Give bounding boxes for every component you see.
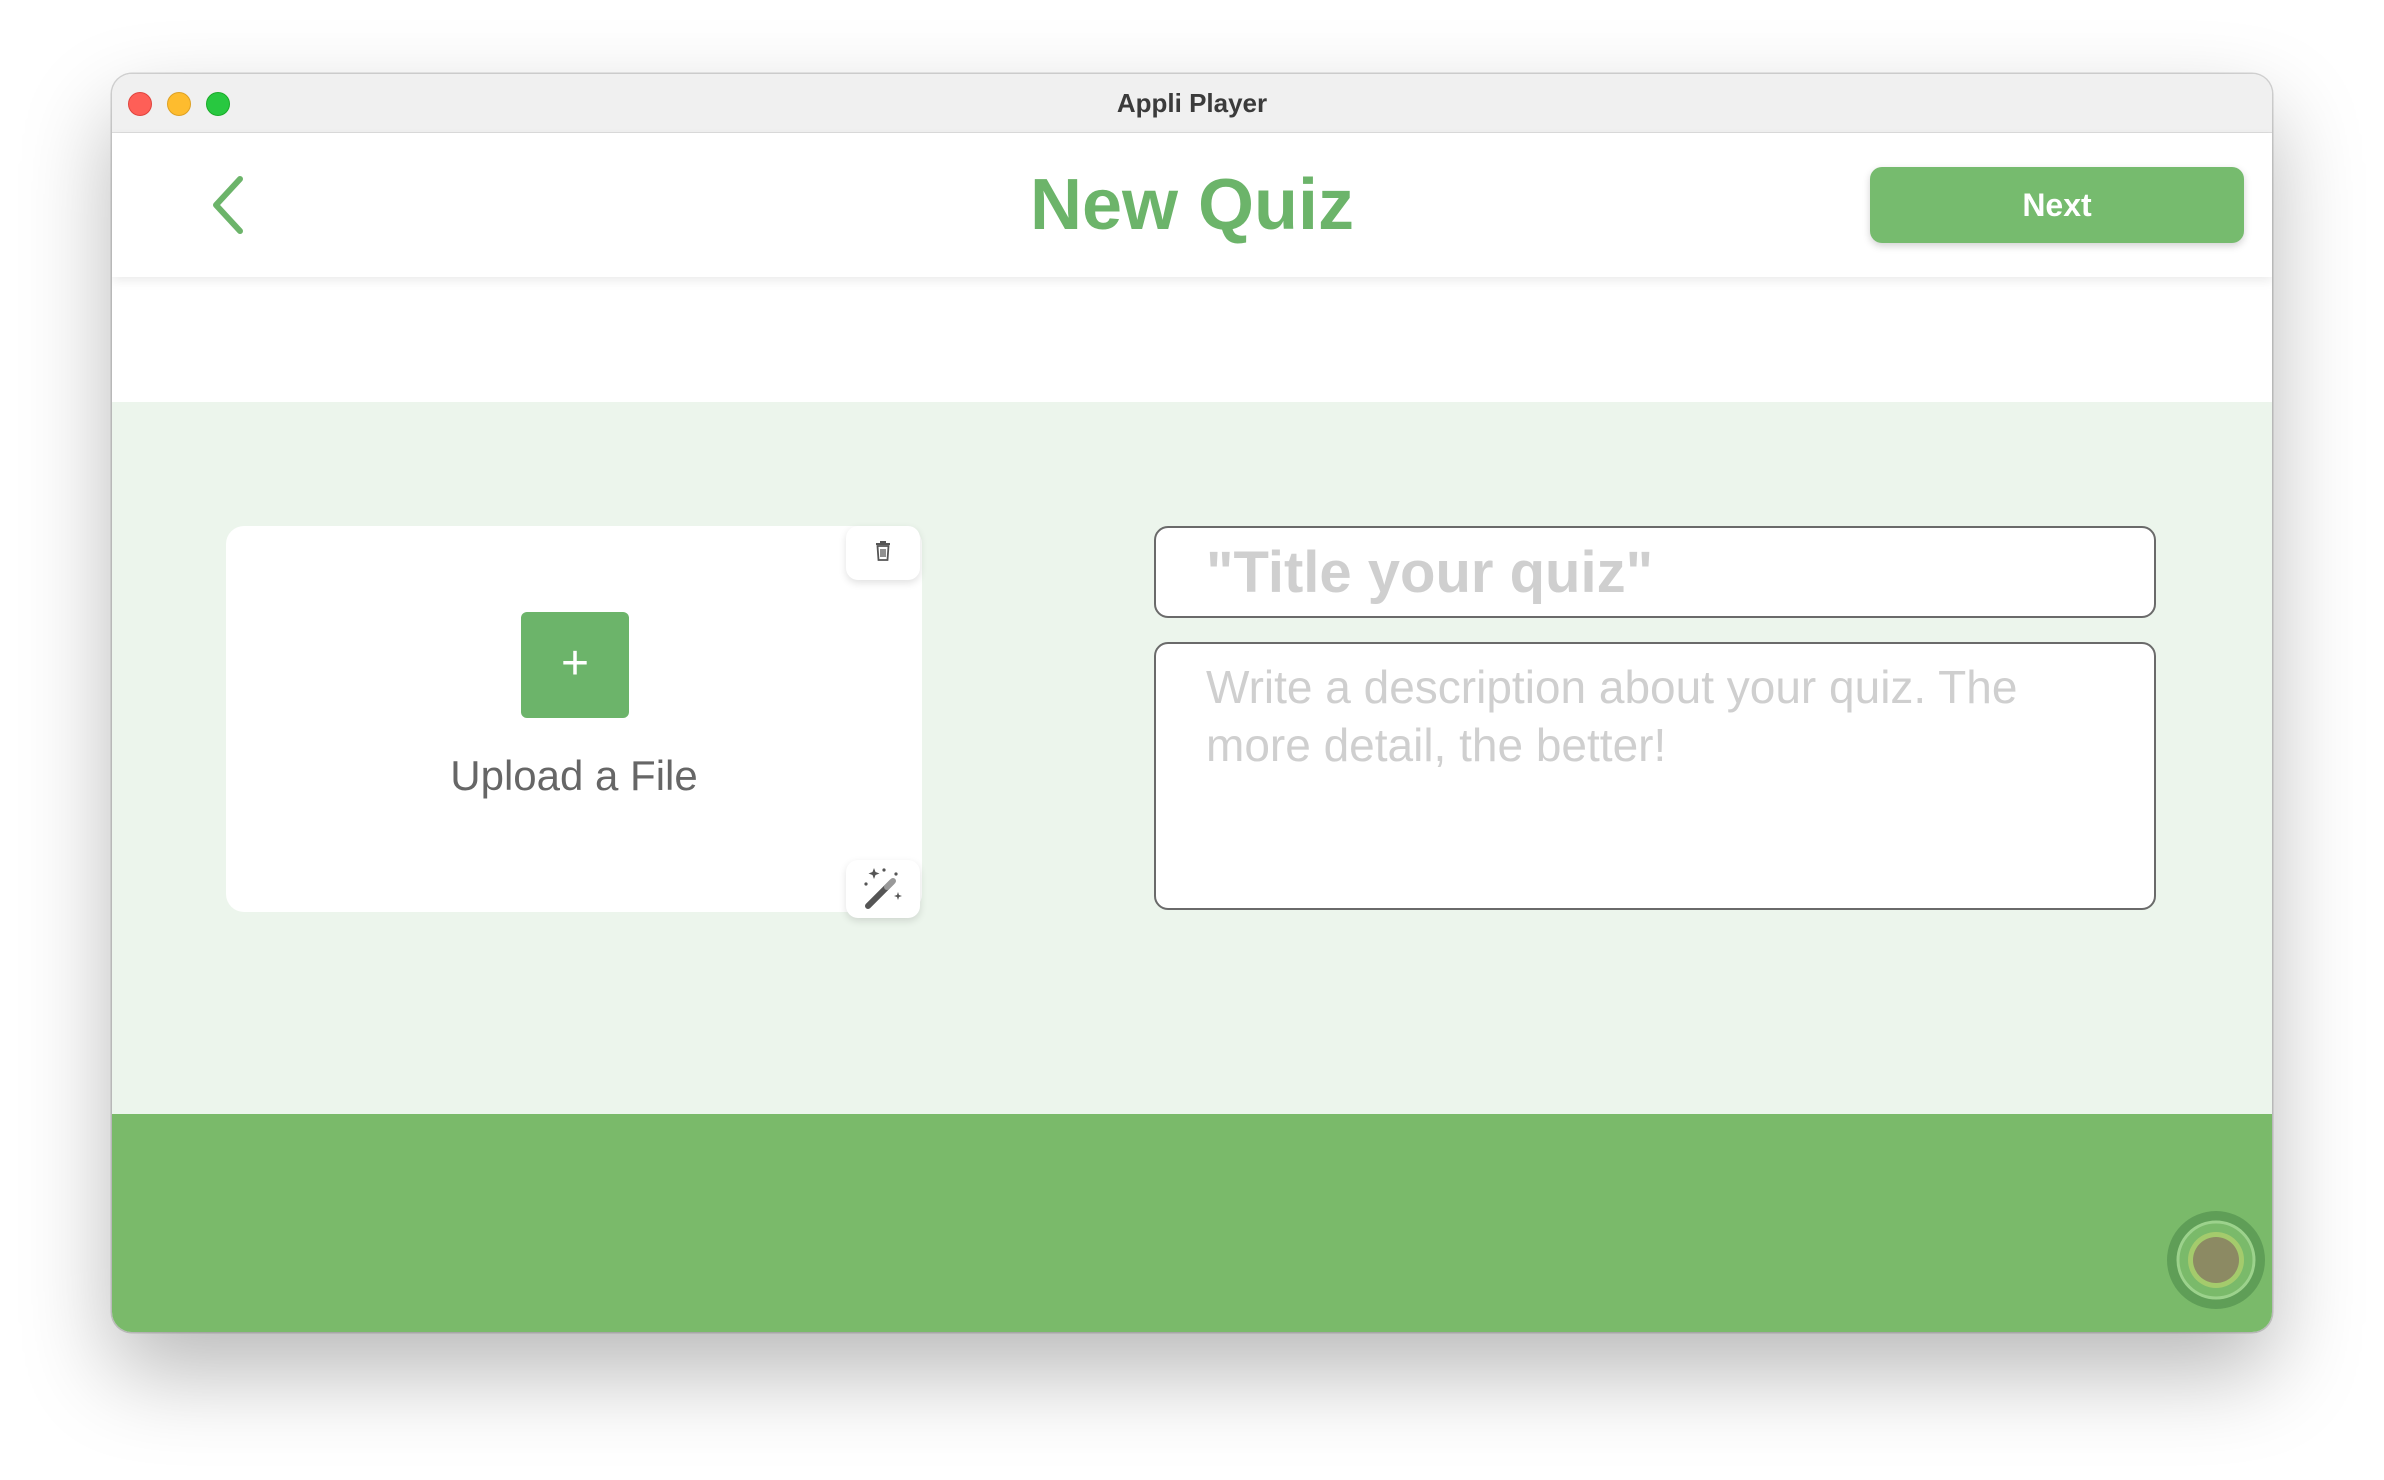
- title-bar: Appli Player: [112, 74, 2272, 133]
- assistive-touch-button[interactable]: [2166, 1210, 2266, 1310]
- back-button[interactable]: [202, 169, 262, 241]
- main-content: + Upload a File: [112, 402, 2272, 1114]
- plus-icon: +: [560, 637, 590, 690]
- circle-button-icon: [2167, 1211, 2265, 1309]
- app-window: Appli Player New Quiz Next + Upload a Fi…: [112, 74, 2272, 1332]
- window-title: Appli Player: [1116, 88, 1268, 118]
- quiz-description-input[interactable]: [1154, 642, 2156, 910]
- add-file-button[interactable]: +: [521, 612, 629, 718]
- magic-wand-icon: [864, 868, 902, 909]
- chevron-left-icon: [213, 176, 243, 234]
- footer-bar: [112, 1114, 2272, 1332]
- header-spacer: [112, 277, 2272, 402]
- page-header: New Quiz Next: [112, 133, 2272, 277]
- delete-file-button[interactable]: [846, 526, 920, 580]
- upload-file-card[interactable]: + Upload a File: [226, 526, 922, 912]
- next-button[interactable]: Next: [1870, 167, 2244, 243]
- quiz-title-input[interactable]: [1154, 526, 2156, 618]
- upload-label: Upload a File: [450, 752, 698, 799]
- trash-icon: [876, 541, 890, 561]
- magic-wand-button[interactable]: [846, 860, 920, 918]
